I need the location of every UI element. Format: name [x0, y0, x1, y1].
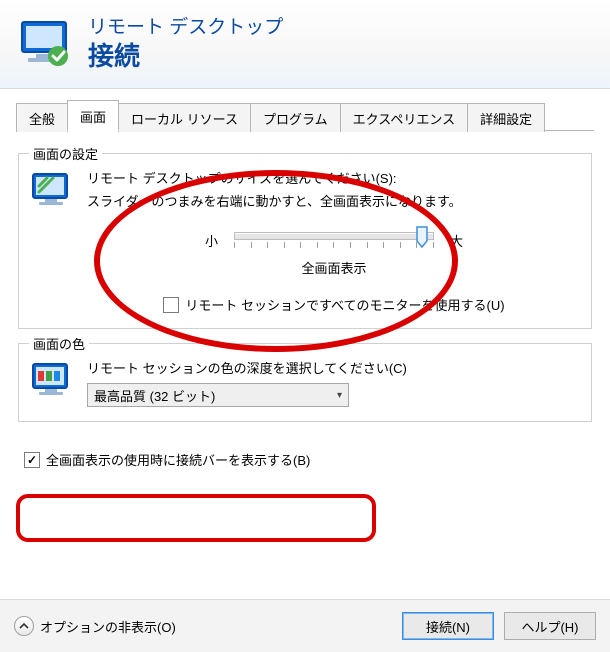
color-depth-value: 最高品質 (32 ビット): [94, 386, 215, 405]
tab-body: 画面の設定 リモート デスクトップのサイズを選んでください(S): スライダーの…: [0, 131, 610, 469]
connbar-checkbox[interactable]: [24, 452, 40, 468]
title-line1: リモート デスクトップ: [88, 16, 283, 40]
tab-experience[interactable]: エクスペリエンス: [340, 103, 468, 132]
slider-rail: [234, 232, 434, 240]
display-desc2: スライダーのつまみを右端に動かすと、全画面表示になります。: [87, 191, 581, 210]
dialog-title: リモート デスクトップ 接続: [88, 16, 283, 72]
chevron-down-icon: ▾: [337, 390, 342, 401]
connect-button[interactable]: 接続(N): [402, 612, 494, 640]
slider-value-label: 全画面表示: [87, 258, 581, 277]
connbar-row: 全画面表示の使用時に接続バーを表示する(B): [18, 450, 592, 469]
annotation-rect: [16, 494, 376, 542]
color-depth-select[interactable]: 最高品質 (32 ビット) ▾: [87, 383, 349, 407]
dialog-header: リモート デスクトップ 接続: [0, 0, 610, 89]
tab-general-label: 全般: [29, 112, 55, 127]
multimon-label: リモート セッションですべてのモニターを使用する(U): [185, 295, 504, 314]
slider-track[interactable]: [234, 228, 434, 252]
slider-min-label: 小: [205, 231, 218, 250]
tab-experience-label: エクスペリエンス: [353, 112, 455, 127]
tab-display-label: 画面: [80, 110, 106, 125]
group-display-settings: 画面の設定 リモート デスクトップのサイズを選んでください(S): スライダーの…: [18, 153, 592, 329]
tabstrip: 全般 画面 ローカル リソース プログラム エクスペリエンス 詳細設定: [0, 89, 610, 131]
help-button[interactable]: ヘルプ(H): [504, 612, 596, 640]
tab-general[interactable]: 全般: [16, 103, 68, 132]
tab-programs[interactable]: プログラム: [250, 103, 341, 132]
tab-local-res-label: ローカル リソース: [131, 112, 238, 127]
title-line2: 接続: [88, 40, 283, 73]
collapse-icon: [14, 616, 34, 636]
connect-button-label: 接続(N): [426, 617, 470, 636]
color-desc: リモート セッションの色の深度を選択してください(C): [87, 358, 581, 377]
rdc-dialog: リモート デスクトップ 接続 全般 画面 ローカル リソース プログラム エクス…: [0, 0, 610, 652]
multimon-row: リモート セッションですべてのモニターを使用する(U): [87, 295, 581, 314]
resolution-slider[interactable]: 小 大: [87, 228, 581, 252]
help-button-label: ヘルプ(H): [521, 617, 578, 636]
display-desc1: リモート デスクトップのサイズを選んでください(S):: [87, 168, 581, 187]
tab-advanced[interactable]: 詳細設定: [467, 103, 545, 132]
slider-ticks: [234, 242, 434, 250]
monitor-color-icon: [31, 360, 73, 402]
tab-advanced-label: 詳細設定: [480, 112, 532, 127]
multimon-checkbox[interactable]: [163, 297, 179, 313]
dialog-footer: オプションの非表示(O) 接続(N) ヘルプ(H): [0, 599, 610, 652]
connbar-label: 全画面表示の使用時に接続バーを表示する(B): [46, 450, 310, 469]
rdc-icon: [18, 16, 74, 72]
tab-programs-label: プログラム: [263, 112, 328, 127]
slider-max-label: 大: [450, 231, 463, 250]
tab-local-res[interactable]: ローカル リソース: [118, 103, 251, 132]
group-color: 画面の色 リモート セッションの色の深度を選択してください(C): [18, 343, 592, 422]
tab-display[interactable]: 画面: [67, 100, 119, 131]
slider-thumb[interactable]: [416, 226, 428, 248]
group-color-title: 画面の色: [29, 334, 89, 353]
options-toggle[interactable]: オプションの非表示(O): [14, 616, 176, 636]
group-display-title: 画面の設定: [29, 144, 102, 163]
monitor-size-icon: [31, 170, 73, 212]
options-toggle-label: オプションの非表示(O): [40, 617, 176, 636]
